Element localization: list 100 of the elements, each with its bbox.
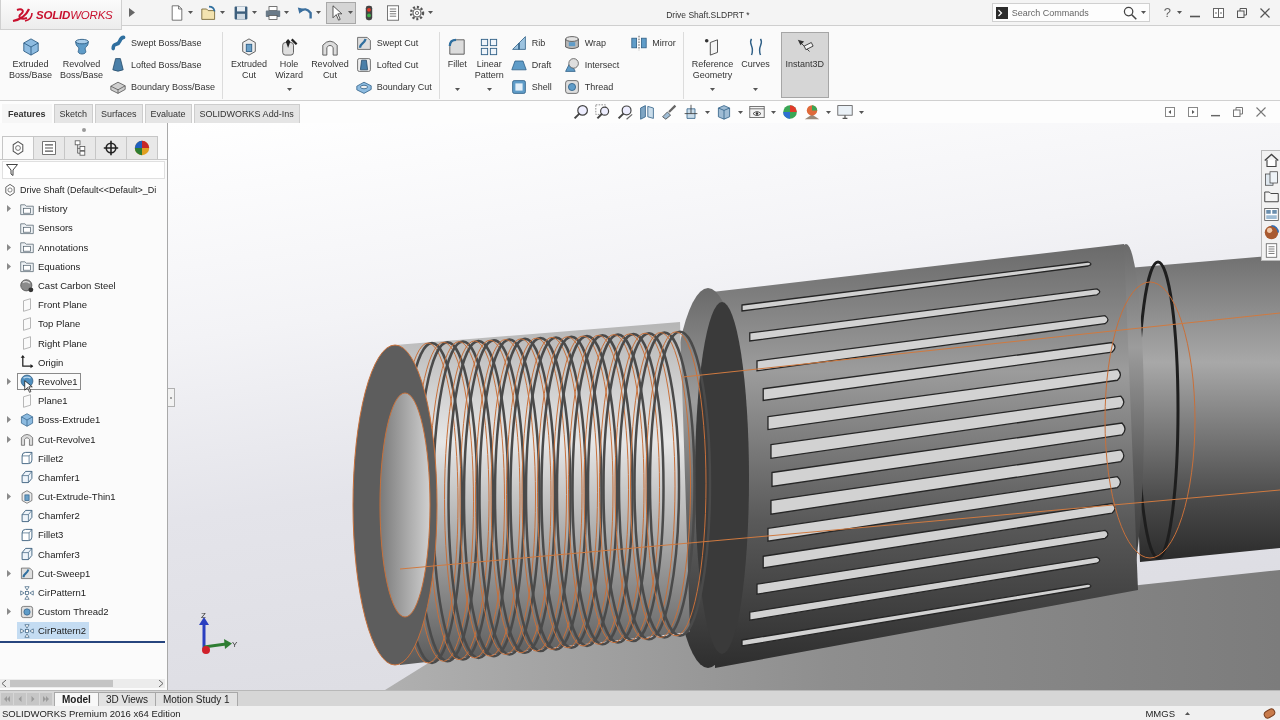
list-icon[interactable] xyxy=(1263,243,1279,258)
rollback-bar[interactable] xyxy=(0,640,165,643)
restore-icon[interactable] xyxy=(1233,107,1243,117)
caret-icon[interactable] xyxy=(1177,11,1182,14)
extruded-cut-button[interactable]: Extruded Cut xyxy=(228,32,271,98)
swept-boss-button[interactable]: Swept Boss/Base xyxy=(108,33,218,53)
expand-arrow-icon[interactable] xyxy=(6,569,11,577)
grid-panel-icon[interactable] xyxy=(1263,207,1279,222)
close-icon[interactable] xyxy=(1256,107,1266,117)
color-sphere-icon[interactable] xyxy=(782,104,798,120)
linear-pattern-button[interactable]: Linear Pattern xyxy=(471,32,507,98)
caret-icon[interactable] xyxy=(826,110,831,114)
zoom-icon[interactable] xyxy=(573,104,589,120)
boundary-cut-button[interactable]: Boundary Cut xyxy=(353,77,434,97)
horizontal-scrollbar[interactable] xyxy=(0,679,165,688)
expand-arrow-icon[interactable] xyxy=(6,493,11,501)
tree-item[interactable]: Sensors xyxy=(17,219,76,237)
expand-arrow-icon[interactable] xyxy=(6,205,11,213)
drag-handle-icon[interactable] xyxy=(81,127,86,132)
command-tab[interactable]: Sketch xyxy=(53,104,94,123)
tree-root-item[interactable]: Drive Shaft (Default<<Default>_Di xyxy=(0,181,157,199)
tree-item[interactable]: Cut-Extrude-Thin1 xyxy=(17,488,119,506)
folder-icon[interactable] xyxy=(1263,189,1279,204)
magnifier-pen-icon[interactable] xyxy=(617,104,633,120)
zoom-area-icon[interactable] xyxy=(595,104,611,120)
caret-icon[interactable] xyxy=(771,110,776,114)
tree-item[interactable]: Cut-Sweep1 xyxy=(17,564,94,582)
tile-right-icon[interactable] xyxy=(1188,107,1198,117)
mirror-button[interactable]: Mirror xyxy=(629,33,678,53)
revolved-boss-button[interactable]: Revolved Boss/Base xyxy=(57,32,107,98)
logo-button[interactable]: SOLIDWORKS xyxy=(0,0,122,30)
tree-item[interactable]: Chamfer2 xyxy=(17,507,83,525)
tree-item[interactable]: Right Plane xyxy=(17,334,91,352)
tree-item[interactable]: Fillet3 xyxy=(17,526,67,544)
panel-collapse-handle[interactable] xyxy=(168,388,175,407)
tree-item[interactable]: Origin xyxy=(17,353,67,371)
tree-item[interactable]: Front Plane xyxy=(17,296,91,314)
extruded-boss-button[interactable]: Extruded Boss/Base xyxy=(6,32,55,98)
scrollbar-thumb[interactable] xyxy=(10,680,113,687)
expand-arrow-icon[interactable] xyxy=(6,377,11,385)
scroll-left-icon[interactable] xyxy=(2,680,6,687)
rib-button[interactable]: Rib xyxy=(508,33,554,53)
bottom-tab[interactable]: Motion Study 1 xyxy=(154,692,238,706)
pen-block-icon[interactable] xyxy=(661,104,677,120)
hole-wizard-button[interactable]: Hole Wizard xyxy=(272,32,307,98)
bottom-tab[interactable]: Model xyxy=(54,692,99,706)
command-tab[interactable]: Features xyxy=(2,104,52,123)
tree-item[interactable]: Cut-Revolve1 xyxy=(17,430,99,448)
help-button[interactable]: ? xyxy=(1163,5,1171,20)
command-tab[interactable]: Evaluate xyxy=(144,104,192,123)
command-tab[interactable]: Surfaces xyxy=(95,104,143,123)
search-icon[interactable] xyxy=(1122,5,1137,20)
tree-item[interactable]: Annotations xyxy=(17,238,92,256)
tile-windows-icon[interactable] xyxy=(1213,7,1224,18)
close-icon[interactable] xyxy=(1260,7,1270,18)
split-block-icon[interactable] xyxy=(639,104,655,120)
search-box[interactable]: Search Commands xyxy=(991,3,1150,22)
select-button[interactable] xyxy=(326,1,356,24)
tree-item[interactable]: CirPattern2 xyxy=(17,622,90,640)
shaded-cube-icon[interactable] xyxy=(716,104,732,120)
boundary-boss-button[interactable]: Boundary Boss/Base xyxy=(108,77,218,97)
bottom-tab[interactable]: 3D Views xyxy=(97,692,156,706)
panel-tab[interactable] xyxy=(95,136,127,159)
caret-icon[interactable] xyxy=(738,110,743,114)
intersect-button[interactable]: Intersect xyxy=(561,55,622,75)
capsule-icon[interactable] xyxy=(1263,707,1276,719)
revolved-cut-button[interactable]: Revolved Cut xyxy=(308,32,352,98)
units-label[interactable]: MMGS xyxy=(1145,707,1175,719)
window-eye-icon[interactable] xyxy=(749,104,765,120)
filter-field[interactable] xyxy=(2,161,165,179)
scene-sphere-icon[interactable] xyxy=(804,104,820,120)
command-tab[interactable]: SOLIDWORKS Add-Ins xyxy=(193,104,300,123)
expand-arrow-icon[interactable] xyxy=(6,262,11,270)
scroll-right-icon[interactable] xyxy=(159,680,163,687)
lofted-boss-button[interactable]: Lofted Boss/Base xyxy=(108,55,218,75)
expand-arrow-icon[interactable] xyxy=(6,243,11,251)
tree-item[interactable]: Cast Carbon Steel xyxy=(17,277,119,295)
tree-item[interactable]: Boss-Extrude1 xyxy=(17,411,104,429)
tree-item[interactable]: History xyxy=(17,200,71,218)
shaded-sphere-icon[interactable] xyxy=(1263,225,1279,240)
caret-up-icon[interactable] xyxy=(1185,711,1190,715)
wrap-button[interactable]: Wrap xyxy=(561,33,622,53)
fillet-button[interactable]: Fillet xyxy=(444,32,470,98)
tree-item[interactable]: Chamfer1 xyxy=(17,468,83,486)
home-icon[interactable] xyxy=(1263,153,1279,168)
expand-arrow-icon[interactable] xyxy=(6,435,11,443)
tree-item[interactable]: Custom Thread2 xyxy=(17,603,112,621)
draft-button[interactable]: Draft xyxy=(508,55,554,75)
restore-icon[interactable] xyxy=(1237,7,1247,18)
expand-arrow-icon[interactable] xyxy=(6,416,11,424)
reference-geometry-button[interactable]: Reference Geometry xyxy=(688,32,737,98)
tree-item[interactable]: Chamfer3 xyxy=(17,545,83,563)
search-input[interactable]: Search Commands xyxy=(1011,5,1119,20)
curves-button[interactable]: Curves xyxy=(738,32,773,98)
axes-cube-icon[interactable] xyxy=(683,104,699,120)
caret-icon[interactable] xyxy=(705,110,710,114)
expand-arrow-icon[interactable] xyxy=(129,8,135,17)
tree-item[interactable]: Equations xyxy=(17,257,84,275)
monitor-icon[interactable] xyxy=(837,104,853,120)
expand-arrow-icon[interactable] xyxy=(6,608,11,616)
